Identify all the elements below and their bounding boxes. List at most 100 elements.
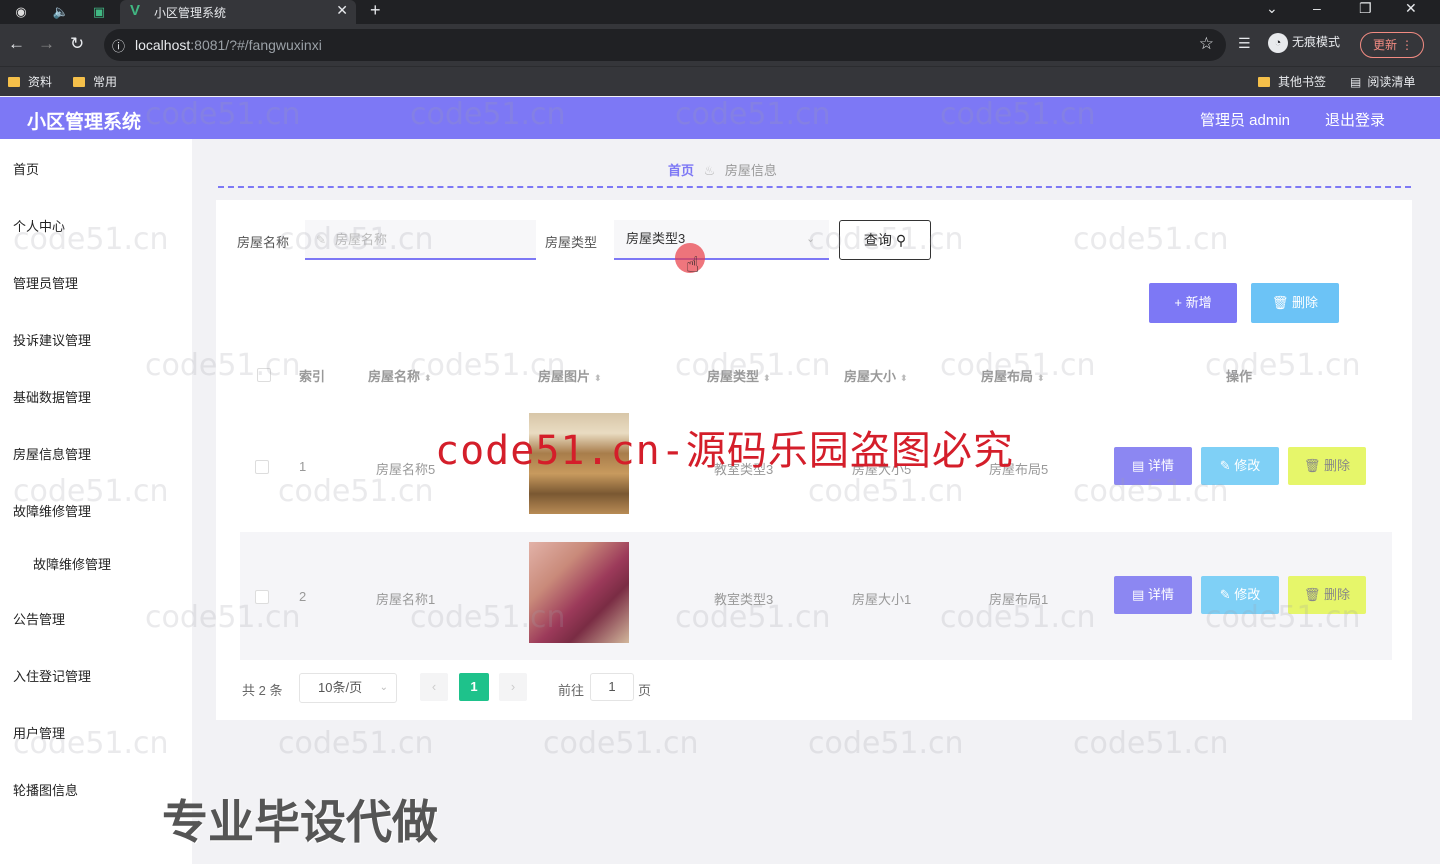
sidebar-item-basic-data[interactable]: 基础数据管理 [13,387,91,406]
reading-list-icon[interactable]: ☰ [1238,35,1251,52]
sort-icon: ⬍ [594,373,602,383]
window-close-icon[interactable]: ✕ [1405,0,1417,17]
row-layout: 房屋布局1 [989,592,1049,607]
reload-icon[interactable]: ↻ [70,34,84,54]
new-tab-icon[interactable]: + [370,0,381,21]
house-name-input[interactable] [305,220,536,260]
next-page-icon[interactable]: › [499,673,527,701]
document-icon: ▤ [1132,458,1148,473]
watermark: code51.cn [543,726,699,761]
goto-page-input[interactable]: 1 [590,673,634,701]
sidebar-item-users[interactable]: 用户管理 [13,723,65,742]
row-checkbox[interactable] [255,590,269,604]
search-icon: ⚲ [895,232,907,248]
pagination-total: 共 2 条 [242,683,283,698]
sidebar-item-checkin[interactable]: 入住登记管理 [13,666,91,685]
sort-icon: ⬍ [1037,373,1045,383]
house-photo[interactable] [529,542,629,643]
house-name-label: 房屋名称 [237,235,290,250]
row-name: 房屋名称1 [376,592,436,607]
house-type-label: 房屋类型 [545,235,598,250]
select-all-checkbox[interactable] [257,368,271,382]
sidebar-item-admin[interactable]: 管理员管理 [13,273,78,292]
house-type-select[interactable]: 房屋类型3 [614,220,829,260]
more-icon[interactable]: ⋮ [1401,33,1413,57]
bookmark-folder-2[interactable]: 常用 [73,73,117,90]
incognito-indicator[interactable]: ◔ 无痕模式 [1268,33,1340,53]
delete-button[interactable]: 🗑 删除 [1288,576,1366,614]
forward-icon[interactable]: → [38,34,55,54]
add-button[interactable]: + 新增 [1149,283,1237,323]
reading-list[interactable]: ▤ 阅读清单 [1350,73,1415,90]
col-actions: 操作 [1226,369,1253,384]
app-favicon-icon[interactable]: ▣ [90,3,108,21]
minimize-icon[interactable]: – [1313,0,1321,16]
tab-search-icon[interactable]: ⌄ [1266,0,1278,17]
page-number-current[interactable]: 1 [459,673,489,701]
edit-button[interactable]: ✎ 修改 [1201,447,1279,485]
url-text: localhost:8081/?#/fangwuxinxi [135,37,322,53]
bookmarks-bar: 资料 常用 其他书签 ▤ 阅读清单 [0,66,1440,96]
divider [218,186,1411,188]
trash-icon: 🗑 [1303,458,1325,473]
sidebar-subitem-repairs[interactable]: 故障维修管理 [33,554,111,573]
sort-icon: ⬍ [763,373,771,383]
col-type[interactable]: 房屋类型 ⬍ [707,366,771,385]
row-checkbox[interactable] [255,460,269,474]
speaker-icon[interactable]: 🔈 [52,3,70,21]
edit-icon: ✎ [1219,587,1235,602]
chevron-down-icon: ⌄ [379,682,388,693]
tab-close-icon[interactable]: ✕ [336,2,348,19]
tab-title: 小区管理系统 [154,6,227,20]
prev-page-icon[interactable]: ‹ [420,673,448,701]
address-bar[interactable]: ⓘ localhost:8081/?#/fangwuxinxi ☆ [104,29,1226,61]
browser-tab-bar: ◉ 🔈 ▣ V 小区管理系统 ✕ + ⌄ – ❐ ✕ [0,0,1440,24]
watermark: code51.cn [1073,726,1229,761]
edit-icon: ✎ [1219,458,1235,473]
bookmark-folder-1[interactable]: 资料 [8,73,52,90]
back-icon[interactable]: ← [8,34,25,54]
delete-button[interactable]: 🗑 删除 [1288,447,1366,485]
page-size-select[interactable]: 10条/页 ⌄ [299,673,397,703]
site-info-icon[interactable]: ⓘ [112,36,125,55]
logout-link[interactable]: 退出登录 [1325,109,1385,130]
bulk-delete-button[interactable]: 🗑 删除 [1251,283,1339,323]
detail-button[interactable]: ▤ 详情 [1114,447,1192,485]
sidebar-item-home[interactable]: 首页 [13,159,39,178]
col-layout[interactable]: 房屋布局 ⬍ [981,366,1045,385]
watermark: code51.cn [808,726,964,761]
sort-icon: ⬍ [424,373,432,383]
browser-tab-active[interactable]: V 小区管理系统 ✕ [120,0,356,24]
update-button[interactable]: 更新 ⋮ [1360,32,1424,58]
col-image[interactable]: 房屋图片 ⬍ [538,366,602,385]
detail-button[interactable]: ▤ 详情 [1114,576,1192,614]
query-button[interactable]: 查询 ⚲ [839,220,931,260]
col-index: 索引 [299,369,326,384]
sidebar-item-carousel[interactable]: 轮播图信息 [13,780,78,799]
bookmark-star-icon[interactable]: ☆ [1199,34,1214,54]
sidebar-item-complaints[interactable]: 投诉建议管理 [13,330,91,349]
folder-icon [73,77,85,87]
sidebar-item-profile[interactable]: 个人中心 [13,216,65,235]
reading-list-icon: ▤ [1350,75,1362,89]
row-type: 教室类型3 [714,592,774,607]
sidebar-item-repairs[interactable]: 故障维修管理 [13,501,91,520]
document-icon: ▤ [1132,587,1148,602]
row-name: 房屋名称5 [376,462,436,477]
folder-icon [8,77,20,87]
col-name[interactable]: 房屋名称 ⬍ [368,366,432,385]
app-title: 小区管理系统 [27,112,142,133]
admin-label: 管理员 admin [1200,112,1291,129]
breadcrumb-home[interactable]: 首页 [668,163,694,178]
maximize-icon[interactable]: ❐ [1359,0,1372,17]
edit-button[interactable]: ✎ 修改 [1201,576,1279,614]
watermark-banner: code51.cn-源码乐园盗图必究 [435,428,1014,474]
col-size[interactable]: 房屋大小 ⬍ [844,366,908,385]
app-header: 小区管理系统 管理员 admin 退出登录 [0,97,1440,139]
sidebar-item-houses[interactable]: 房屋信息管理 [13,444,91,463]
sort-icon: ⬍ [900,373,908,383]
goto-label: 前往 [558,683,585,698]
globe-icon[interactable]: ◉ [12,3,30,21]
sidebar-item-notices[interactable]: 公告管理 [13,609,65,628]
other-bookmarks[interactable]: 其他书签 [1258,73,1326,90]
